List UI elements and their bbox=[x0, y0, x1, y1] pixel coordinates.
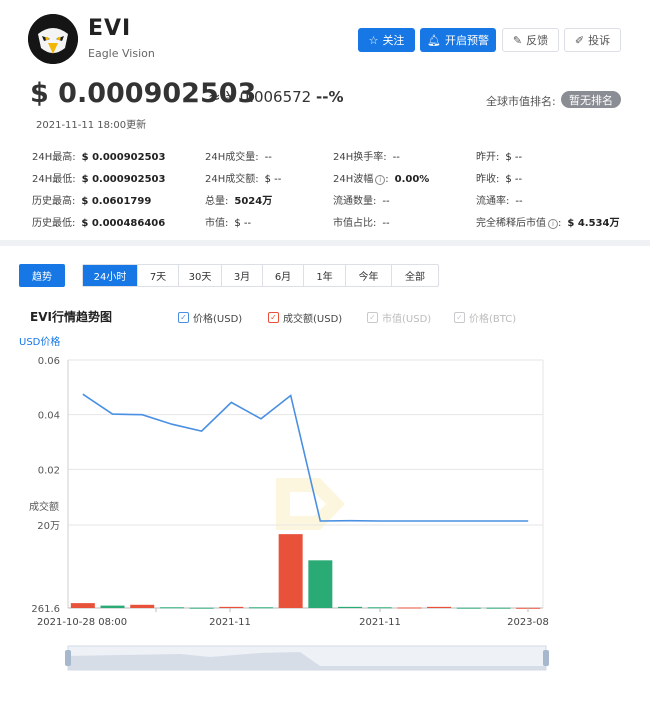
coin-logo bbox=[28, 14, 78, 64]
stat-low24h: 24H最低: $ 0.000902503 bbox=[32, 174, 166, 185]
stat-fdv: 完全稀释后市值 i: $ 4.534万 bbox=[476, 218, 620, 229]
trend-chart: USD价格 成交额 0.06 0.04 0.02 20万 261.6 2021-10-2… bbox=[19, 335, 549, 671]
watermark-logo bbox=[276, 478, 345, 530]
stat-volatility24h: 24H波幅 i:0.00% bbox=[333, 174, 430, 185]
volume-bar bbox=[159, 607, 184, 609]
coin-name: Eagle Vision bbox=[88, 47, 155, 60]
stat-market-cap: 市值: $ -- bbox=[205, 218, 252, 229]
volume-bar bbox=[486, 607, 511, 609]
volume-bar bbox=[100, 605, 125, 608]
stat-total-supply: 总量: 5024万 bbox=[205, 196, 273, 207]
eagle-logo-icon bbox=[28, 14, 78, 64]
stat-vol24h: 24H成交量: -- bbox=[205, 152, 272, 163]
stat-circ-rate: 流通率: -- bbox=[476, 196, 523, 207]
edit-icon: ✎ bbox=[512, 33, 523, 47]
volume-bar bbox=[456, 607, 481, 609]
coin-symbol: EVI bbox=[88, 16, 132, 41]
rank-badge: 暂无排名 bbox=[561, 91, 621, 108]
stat-mcap-share: 市值占比: -- bbox=[333, 218, 390, 229]
stat-turnover24h: 24H换手率: -- bbox=[333, 152, 400, 163]
volume-bar bbox=[338, 606, 363, 608]
volume-bar bbox=[248, 607, 273, 609]
volume-bar bbox=[130, 604, 155, 608]
info-icon[interactable]: i bbox=[375, 175, 386, 185]
volume-bar bbox=[189, 607, 214, 609]
feedback-button[interactable]: ✎ 反馈 bbox=[502, 28, 559, 52]
volume-bar bbox=[427, 606, 452, 608]
stat-circulating: 流通数量: -- bbox=[333, 196, 390, 207]
y-price-tick: 0.02 bbox=[38, 465, 60, 476]
zoom-handle-right[interactable] bbox=[543, 650, 549, 666]
y-volume-tick: 261.6 bbox=[31, 604, 60, 615]
complaint-button[interactable]: ✐ 投诉 bbox=[564, 28, 621, 52]
zoom-slider[interactable] bbox=[65, 645, 549, 671]
zoom-handle-left[interactable] bbox=[65, 650, 71, 666]
info-icon[interactable]: i bbox=[548, 219, 558, 229]
star-icon: ☆ bbox=[368, 33, 379, 47]
rank-label: 全球市值排名: bbox=[486, 95, 556, 108]
stat-open: 昨开: $ -- bbox=[476, 152, 523, 163]
y-volume-label: 成交额 bbox=[29, 500, 59, 513]
y-price-label: USD价格 bbox=[19, 335, 60, 348]
pen-icon: ✐ bbox=[574, 33, 585, 47]
update-time: 2021-11-11 18:00更新 bbox=[36, 120, 147, 131]
y-price-tick: 0.04 bbox=[38, 411, 60, 422]
volume-bar bbox=[397, 607, 422, 609]
stat-high24h: 24H最高: $ 0.000902503 bbox=[32, 152, 166, 163]
x-tick-label: 2021-10-28 08:00 bbox=[37, 617, 127, 628]
stat-ath: 历史最高: $ 0.0601799 bbox=[32, 196, 152, 207]
chart-card: 趋势 24小时 7天 30天 3月 6月 1年 今年 全部 EVI行情趋势图 ✓… bbox=[0, 246, 650, 716]
x-tick-label: 2021-11 bbox=[359, 617, 401, 628]
follow-button[interactable]: ☆ 关注 bbox=[358, 28, 415, 52]
volume-bar bbox=[70, 603, 95, 608]
volume-bar bbox=[308, 560, 333, 608]
coin-info-card: EVI Eagle Vision ☆ 关注 🔔︎ 开启预警 ✎ 反馈 ✐ 投诉 … bbox=[0, 0, 650, 240]
stat-amount24h: 24H成交额: $ -- bbox=[205, 174, 282, 185]
stat-close: 昨收: $ -- bbox=[476, 174, 523, 185]
alert-button[interactable]: 🔔︎ 开启预警 bbox=[420, 28, 496, 52]
stat-atl: 历史最低: $ 0.000486406 bbox=[32, 218, 166, 229]
volume-bar bbox=[278, 534, 303, 608]
x-tick-label: 2023-08 bbox=[507, 617, 549, 628]
bell-icon: 🔔︎ bbox=[427, 33, 441, 47]
price-cny: ≈ ¥ 0.006572 bbox=[208, 88, 312, 106]
y-volume-tick: 20万 bbox=[37, 521, 60, 532]
x-tick-label: 2021-11 bbox=[209, 617, 251, 628]
y-price-tick: 0.06 bbox=[38, 356, 60, 367]
volume-bar bbox=[219, 606, 244, 608]
price-change: --% bbox=[316, 88, 344, 106]
